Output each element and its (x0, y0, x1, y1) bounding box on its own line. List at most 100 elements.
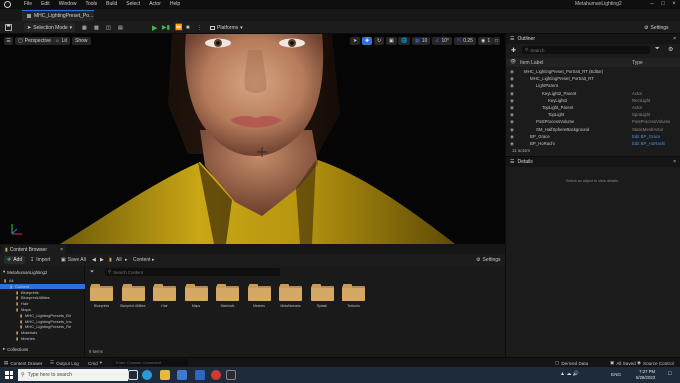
mail-icon[interactable] (195, 370, 205, 380)
notifications-icon[interactable]: □ (668, 371, 672, 377)
perspective-button[interactable]: ▢ Perspective (15, 37, 54, 45)
content-folder[interactable]: Meshes (246, 284, 273, 308)
scale-tool-icon[interactable]: ▣ (386, 37, 397, 45)
settings-button[interactable]: ⚙ Settings (644, 23, 669, 32)
menu-edit[interactable]: Edit (41, 1, 50, 7)
folder-tree-item[interactable]: ▮ All (0, 278, 85, 284)
outliner-search-input[interactable]: ⚲ Search (522, 46, 650, 54)
menu-window[interactable]: Window (59, 1, 77, 7)
record-app-icon[interactable] (211, 370, 221, 380)
system-tray-icons[interactable]: ▲ ☁ 🔊 (560, 371, 579, 377)
folder-tree-item[interactable]: ▮ MHC_LightingPresets_Re (0, 324, 85, 330)
visibility-eye-icon[interactable]: ◉ (510, 97, 514, 104)
menu-help[interactable]: Help (170, 1, 180, 7)
item-label-column[interactable]: Item Label (520, 60, 543, 66)
close-tab-icon[interactable]: × (673, 36, 676, 42)
add-button[interactable]: ✚ Add (4, 256, 26, 264)
close-tab-icon[interactable]: × (673, 159, 676, 165)
outliner-row[interactable]: ◉ MHC_LightingPreset_Portrait_RT (Editor) (506, 68, 680, 75)
save-all-button[interactable]: ▣ Save All (61, 257, 86, 263)
outliner-row-type[interactable]: Edit BP_Grace (632, 133, 660, 140)
folder-tree-item[interactable]: ▮ Blueprints (0, 290, 85, 296)
taskbar-search-input[interactable]: ⚲ Type here to search (18, 369, 128, 381)
select-tool-icon[interactable]: ➤ (350, 37, 361, 45)
skip-button[interactable]: ⏩ (175, 23, 182, 32)
outliner-row[interactable]: ◉ BP_HoRachi Edit BP_HoRachi (506, 140, 680, 147)
folder-tree-item[interactable]: ▮ Content (0, 283, 85, 290)
unreal-logo-icon[interactable] (4, 1, 11, 8)
breadcrumb-all[interactable]: All (116, 257, 122, 263)
content-folder[interactable]: Maps (183, 284, 210, 308)
type-column[interactable]: Type (632, 60, 643, 66)
windows-start-icon[interactable] (5, 371, 13, 379)
back-icon[interactable]: ◀ (92, 257, 96, 263)
level-tab[interactable]: MHC_LightingPreset_Po... (22, 10, 94, 21)
camera-speed-button[interactable]: ◉ 1 (478, 37, 494, 45)
menu-file[interactable]: File (24, 1, 32, 7)
content-folder[interactable]: Splash (309, 284, 336, 308)
modes-icon[interactable]: ▦ (82, 23, 87, 32)
collections-header[interactable]: ▸ Collections (3, 346, 28, 352)
content-folder[interactable]: Textures (340, 284, 367, 308)
cmd-dropdown[interactable]: Cmd ▾ (88, 360, 102, 366)
console-command-input[interactable]: Enter Console Command (113, 359, 188, 366)
visibility-eye-icon[interactable]: ◉ (510, 104, 514, 111)
visibility-eye-icon[interactable]: ◉ (510, 140, 514, 147)
viewport-menu-icon[interactable]: ☰ (4, 37, 13, 45)
selection-mode-dropdown[interactable]: ➤ Selection Mode ▾ (24, 23, 76, 32)
add-actor-icon[interactable]: ✚ (511, 47, 516, 54)
play-in-window-button[interactable]: ▶▮ (162, 23, 170, 32)
outliner-row[interactable]: ◉ PostProcessVolume PostProcessVolume (506, 118, 680, 125)
outliner-row-type[interactable]: Edit BP_HoRachi (632, 140, 665, 147)
folder-tree-item[interactable]: ▮ MHC_LightingPresets_Ins (0, 319, 85, 325)
visibility-eye-icon[interactable]: ◉ (510, 90, 514, 97)
close-tab-icon[interactable]: × (60, 247, 63, 253)
close-icon[interactable]: × (669, 0, 679, 9)
visibility-eye-icon[interactable]: ◉ (510, 133, 514, 140)
all-saved-button[interactable]: ▣ All Saved (610, 360, 636, 366)
translate-tool-icon[interactable]: ✚ (362, 37, 373, 45)
visibility-eye-icon[interactable]: ◉ (510, 126, 514, 133)
scale-snap-button[interactable]: ⇱ 0.25 (454, 37, 476, 45)
outliner-row[interactable]: ◉ SM_HalfSphereBackground StaticMeshActor (506, 126, 680, 133)
content-folder[interactable]: Blueprints (88, 284, 115, 308)
task-view-icon[interactable] (128, 370, 138, 380)
source-control-button[interactable]: ◉ Source Control (637, 360, 674, 366)
content-folder[interactable]: Blueprint Utilities (120, 284, 147, 308)
more-options-icon[interactable]: ⋮ (197, 23, 202, 32)
platforms-dropdown[interactable]: Platforms ▾ (210, 23, 243, 32)
content-drawer-button[interactable]: ▤ Content Drawer (4, 360, 43, 366)
file-explorer-icon[interactable] (160, 370, 170, 380)
content-folder[interactable]: Materials (214, 284, 241, 308)
breadcrumb-content[interactable]: Content (133, 257, 151, 263)
folder-tree-item[interactable]: ▮ MHC_LightingPresets_Bli (0, 313, 85, 319)
visibility-eye-icon[interactable]: ◉ (510, 111, 514, 118)
outliner-row[interactable]: ◉ KeyLight2 RectLight (506, 97, 680, 104)
blueprint-icon[interactable]: ▩ (94, 23, 99, 32)
visibility-eye-icon[interactable]: ◉ (510, 68, 514, 75)
outliner-row[interactable]: ◉ MHC_LightingPreset_Portrait_RT (506, 75, 680, 82)
rotate-tool-icon[interactable]: ↻ (374, 37, 385, 45)
maximize-viewport-icon[interactable]: □ (493, 37, 501, 45)
menu-build[interactable]: Build (106, 1, 117, 7)
input-language[interactable]: ENG (611, 372, 621, 377)
folder-tree-item[interactable]: ▮ BlueprintUtilities (0, 295, 85, 301)
menu-actor[interactable]: Actor (149, 1, 161, 7)
save-icon[interactable] (5, 23, 12, 32)
visibility-eye-icon[interactable]: ◉ (510, 75, 514, 82)
filter-icon[interactable]: ⏷ (90, 269, 94, 275)
visibility-eye-icon[interactable]: ◉ (510, 82, 514, 89)
menu-tools[interactable]: Tools (85, 1, 97, 7)
rotation-snap-button[interactable]: ∠ 10° (432, 37, 453, 45)
filter-icon[interactable]: ⏷ (655, 46, 660, 53)
show-button[interactable]: Show (72, 37, 91, 45)
clock[interactable]: 7:27 PM 5/28/2023 (636, 369, 655, 381)
forward-icon[interactable]: ▶ (100, 257, 104, 263)
visibility-eye-icon[interactable]: ◉ (510, 118, 514, 125)
minimize-icon[interactable]: – (647, 0, 657, 9)
outliner-row[interactable]: ◉ LightParent (506, 82, 680, 89)
edge-icon[interactable] (142, 370, 152, 380)
content-browser-settings-button[interactable]: ⚙ Settings (476, 257, 501, 263)
folder-tree-item[interactable]: ▮ Meshes (0, 336, 85, 342)
content-folder[interactable]: MetaHumans (277, 284, 304, 308)
